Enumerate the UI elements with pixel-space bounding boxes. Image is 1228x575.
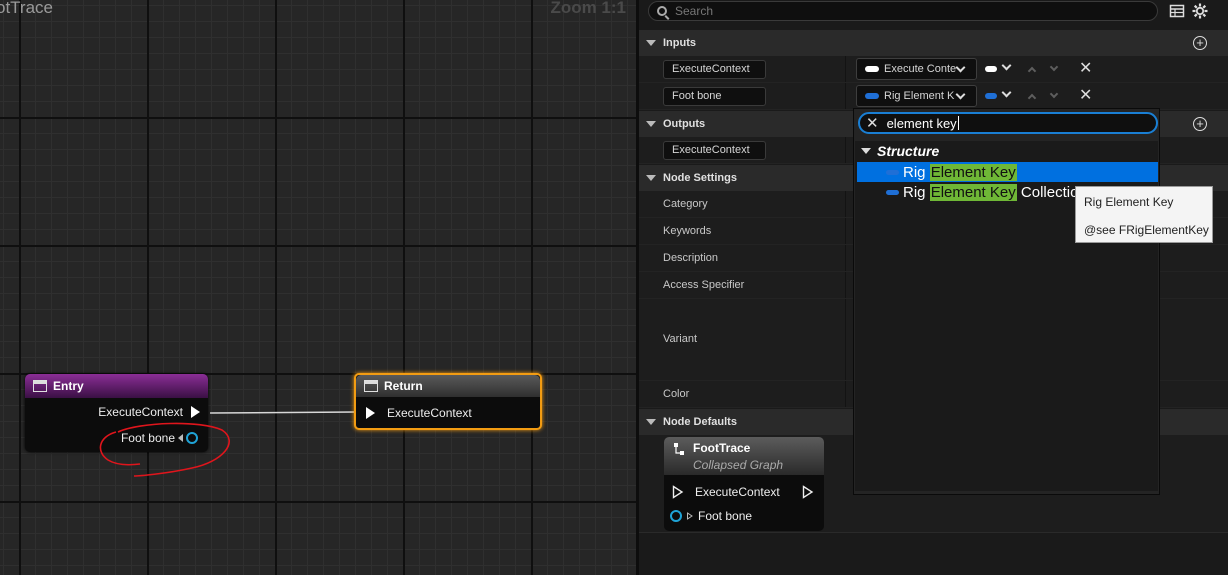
pin-type-search-value: element key [886, 115, 957, 131]
details-search-input[interactable]: Search [648, 1, 1158, 21]
search-icon [657, 6, 667, 16]
red-annotation-circle [99, 422, 230, 477]
remove-input-button[interactable]: ✕ [1079, 85, 1092, 104]
collapse-caret-icon [646, 175, 656, 181]
text-cursor [957, 116, 959, 130]
setting-label: Variant [663, 333, 698, 345]
tooltip-title: Rig Element Key [1084, 195, 1174, 209]
collapse-caret-icon [646, 40, 656, 46]
struct-pin-icon [670, 510, 682, 522]
container-type-dropdown[interactable] [985, 86, 1015, 106]
pin-type-label: Execute Conte [884, 63, 957, 75]
chevron-down-icon [955, 62, 966, 73]
input-name-field[interactable]: Foot bone [663, 87, 766, 106]
category-structure[interactable]: Structure [855, 141, 939, 161]
chevron-down-icon [1001, 87, 1012, 98]
add-output-button[interactable]: + [1193, 117, 1207, 131]
column-divider [845, 299, 846, 380]
move-up-icon[interactable] [1027, 93, 1037, 103]
clear-search-icon[interactable]: ✕ [866, 114, 879, 132]
node-settings-title: Node Settings [663, 172, 737, 184]
search-placeholder: Search [675, 4, 714, 18]
column-divider [845, 381, 846, 407]
pin-type-search-input[interactable]: ✕ element key [858, 112, 1158, 134]
option-text-pre: Rig [903, 183, 930, 201]
column-divider [845, 218, 846, 244]
move-down-icon[interactable] [1049, 62, 1059, 72]
setting-label: Category [663, 198, 708, 210]
move-down-icon[interactable] [1049, 89, 1059, 99]
add-input-button[interactable]: + [1193, 36, 1207, 50]
setting-label: Keywords [663, 225, 712, 237]
type-pill-icon [985, 66, 997, 72]
input-row-foot-bone: Foot bone Rig Element K ✕ [639, 83, 1228, 110]
foottrace-preview-node: FootTrace Collapsed Graph ExecuteContext… [664, 437, 824, 531]
preview-node-header: FootTrace Collapsed Graph [664, 437, 824, 475]
preview-bone-label: Foot bone [698, 509, 753, 523]
option-rig-element-key[interactable]: Rig Element Key [857, 162, 1158, 182]
type-pill-icon [865, 93, 879, 99]
chevron-down-icon [955, 89, 966, 100]
setting-label: Description [663, 252, 719, 264]
preview-node-title: FootTrace [693, 441, 751, 455]
node-defaults-title: Node Defaults [663, 416, 737, 428]
collapse-caret-icon [646, 419, 656, 425]
column-divider [845, 245, 846, 271]
option-text-match: Element Key [929, 163, 1017, 181]
type-pill-icon [985, 93, 997, 99]
pin-type-dropdown[interactable]: Execute Conte [856, 58, 977, 80]
editor-window: otTrace Zoom 1:1 Entry ExecuteContext Fo… [0, 0, 1228, 575]
collapse-caret-icon [646, 121, 656, 127]
settings-gear-icon[interactable] [1192, 3, 1208, 19]
inputs-section-title: Inputs [663, 37, 696, 49]
category-label: Structure [877, 143, 940, 159]
inputs-section-header[interactable]: Inputs + [639, 30, 1228, 56]
outputs-section-title: Outputs [663, 118, 706, 130]
pin-type-label: Rig Element K [884, 90, 955, 102]
pin-type-picker-popup: ✕ element key Structure Rig Element Key … [853, 108, 1160, 495]
collapsed-graph-icon [674, 443, 684, 455]
type-pill-icon [886, 169, 899, 175]
tooltip-detail: @see FRigElementKey [1084, 223, 1209, 237]
preview-exec-pin-row: ExecuteContext [672, 485, 814, 499]
option-text-pre: Rig [903, 163, 930, 181]
expand-pin-icon [687, 512, 693, 520]
preview-node-subtitle: Collapsed Graph [693, 458, 784, 472]
preview-bone-pin-row: Foot bone [670, 509, 752, 523]
input-row-execute: ExecuteContext Execute Conte ✕ [639, 56, 1228, 83]
input-name-field[interactable]: ExecuteContext [663, 60, 766, 79]
setting-label: Access Specifier [663, 279, 745, 291]
table-view-icon[interactable] [1169, 3, 1185, 19]
column-divider [845, 83, 846, 109]
move-up-icon[interactable] [1027, 66, 1037, 76]
chevron-down-icon [1001, 60, 1012, 71]
column-divider [845, 137, 846, 163]
exec-pin-outline-icon [802, 485, 814, 499]
type-tooltip: Rig Element Key @see FRigElementKey [1075, 186, 1213, 243]
type-pill-icon [865, 66, 879, 72]
column-divider [845, 272, 846, 298]
exec-pin-outline-icon [672, 485, 684, 499]
preview-exec-label: ExecuteContext [695, 485, 780, 499]
collapse-caret-icon [861, 148, 871, 154]
option-text-match: Element Key [929, 183, 1017, 201]
container-type-dropdown[interactable] [985, 59, 1015, 79]
output-name-field[interactable]: ExecuteContext [663, 141, 766, 160]
setting-label: Color [663, 388, 690, 400]
pin-type-dropdown[interactable]: Rig Element K [856, 85, 977, 107]
remove-input-button[interactable]: ✕ [1079, 58, 1092, 77]
type-pill-icon [886, 189, 899, 195]
graph-canvas[interactable]: otTrace Zoom 1:1 Entry ExecuteContext Fo… [0, 0, 636, 575]
column-divider [845, 191, 846, 217]
column-divider [845, 56, 846, 82]
